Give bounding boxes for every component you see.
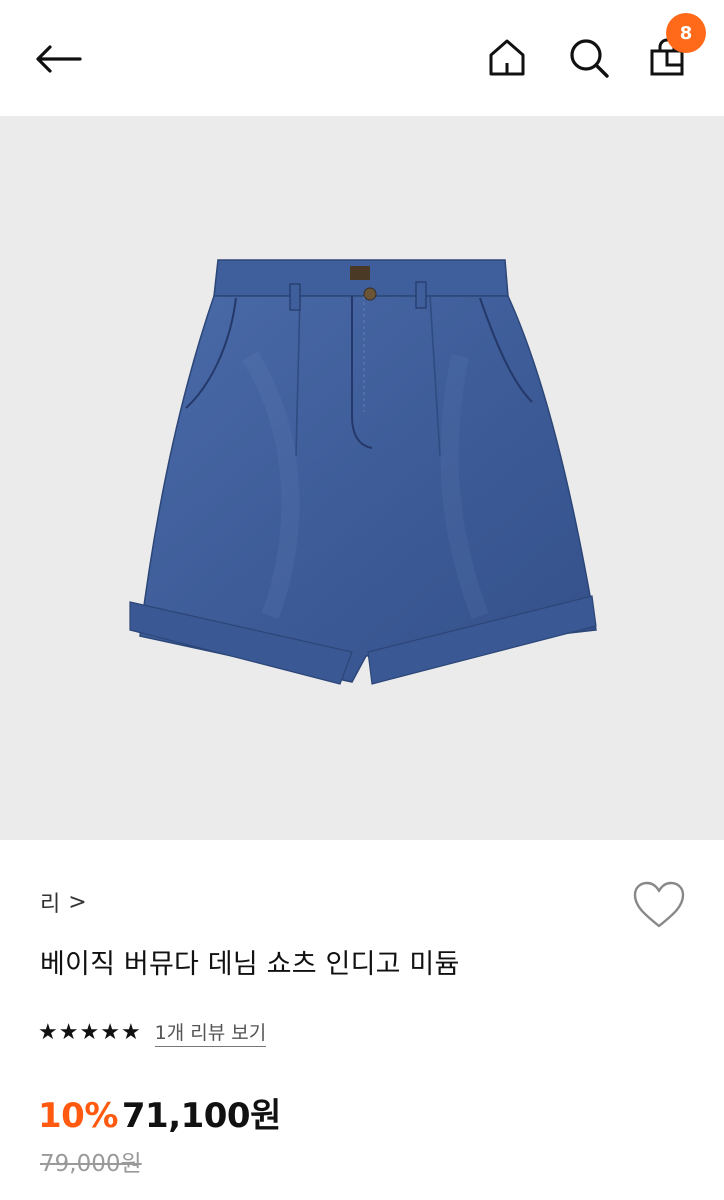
sale-price: 71,100원 [121,1096,281,1136]
wishlist-button[interactable] [632,880,686,930]
search-button[interactable] [565,34,613,82]
price-row: 10% 71,100원 [38,1088,281,1137]
brand-link[interactable]: 리 > [40,886,87,918]
product-title: 베이직 버뮤다 데님 쇼츠 인디고 미듐 [40,949,460,980]
discount-rate: 10% [38,1096,118,1136]
chevron-right-icon: > [68,889,87,915]
rating-row: ★ ★ ★ ★ ★ 1개 리뷰 보기 [38,1018,267,1047]
product-image[interactable] [0,116,724,840]
cart-count-badge: 8 [666,13,706,53]
back-button[interactable] [30,36,86,82]
heart-icon [633,881,685,928]
star-icon: ★ [58,1019,79,1045]
brand-name: 리 [40,892,61,917]
search-icon [570,39,609,78]
home-button[interactable] [484,34,530,80]
star-icon: ★ [100,1019,120,1045]
original-price: 79,000원 [40,1151,142,1177]
arrow-left-icon [36,45,82,73]
denim-shorts-image [129,259,597,685]
top-navigation-bar: 8 [0,0,724,116]
star-icon: ★ [120,1019,141,1045]
review-link[interactable]: 1개 리뷰 보기 [154,1018,267,1047]
star-icon: ★ [79,1019,100,1045]
star-icon: ★ [38,1019,58,1045]
home-icon [489,39,525,76]
star-rating: ★ ★ ★ ★ ★ [38,1019,141,1045]
